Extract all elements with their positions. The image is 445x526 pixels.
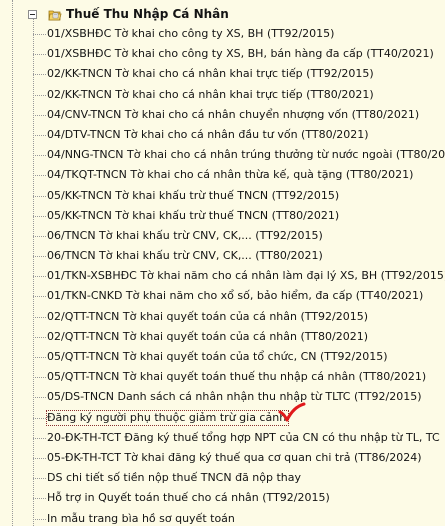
tree-item[interactable]: In mẫu trang bìa hồ sơ quyết toán xyxy=(0,509,445,526)
tree-item[interactable]: 06/TNCN Tờ khai khấu trừ CNV, CK,... (TT… xyxy=(0,246,445,266)
tree-item-label: 04/NNG-TNCN Tờ khai cho cá nhân trúng th… xyxy=(47,148,445,162)
tree-item[interactable]: 04/NNG-TNCN Tờ khai cho cá nhân trúng th… xyxy=(0,145,445,165)
tree-item[interactable]: 05/KK-TNCN Tờ khai khấu trừ thuế TNCN (T… xyxy=(0,206,445,226)
tree-item-label: 05/QTT-TNCN Tờ khai quyết toán của tổ ch… xyxy=(47,350,388,363)
tree-connector xyxy=(33,134,46,136)
tree-item[interactable]: 04/DTV-TNCN Tờ khai cho cá nhân đầu tư v… xyxy=(0,125,445,145)
tree-item[interactable]: 05/QTT-TNCN Tờ khai quyết toán thuế thu … xyxy=(0,367,445,387)
tree-connector xyxy=(33,397,46,399)
tree-item-label: 04/CNV-TNCN Tờ khai cho cá nhân chuyển n… xyxy=(47,107,420,121)
tree-connector xyxy=(33,155,46,157)
tree-item-label: 02/QTT-TNCN Tờ khai quyết toán của cá nh… xyxy=(47,309,369,323)
tree-item-label: 02/KK-TNCN Tờ khai cho cá nhân khai trực… xyxy=(47,87,374,101)
tree-item-label: 05-ĐK-TH-TCT Tờ khai đăng ký thuế qua cơ… xyxy=(47,450,422,464)
tree-item[interactable]: 04/CNV-TNCN Tờ khai cho cá nhân chuyển n… xyxy=(0,105,445,125)
tree-item[interactable]: 01/TKN-XSBHĐC Tờ khai năm cho cá nhân là… xyxy=(0,266,445,286)
tree-item-label: 05/KK-TNCN Tờ khai khấu trừ thuế TNCN (T… xyxy=(47,208,340,222)
tree-connector xyxy=(33,457,46,459)
tree-item[interactable]: 01/TKN-CNKD Tờ khai năm cho xổ số, bảo h… xyxy=(0,286,445,306)
tree-item[interactable]: 01/XSBHĐC Tờ khai cho công ty XS, BH, bá… xyxy=(0,44,445,64)
tree-item-label: 04/TKQT-TNCN Tờ khai cho cá nhân thừa kế… xyxy=(47,168,414,182)
tree-item-label: 01/XSBHĐC Tờ khai cho công ty XS, BH (TT… xyxy=(47,27,335,40)
tree-item-label: DS chi tiết số tiền nộp thuế TNCN đã nộp… xyxy=(47,471,302,485)
folder-node-tncn[interactable]: Thuế Thu Nhập Cá Nhân xyxy=(0,4,445,22)
folder-open-icon xyxy=(48,10,62,21)
tree-item-label: 01/TKN-XSBHĐC Tờ khai năm cho cá nhân là… xyxy=(47,269,445,283)
tree-item[interactable]: 01/XSBHĐC Tờ khai cho công ty XS, BH (TT… xyxy=(0,24,445,44)
tree-item-label: Đăng ký người phụ thuộc giảm trừ gia cản… xyxy=(46,409,290,426)
tree-item[interactable]: DS chi tiết số tiền nộp thuế TNCN đã nộp… xyxy=(0,468,445,488)
tree-connector xyxy=(33,256,46,258)
tree-connector xyxy=(33,94,46,96)
tree-item[interactable]: 05/QTT-TNCN Tờ khai quyết toán của tổ ch… xyxy=(0,347,445,367)
tree-connector xyxy=(33,357,46,358)
tree-item-label: Hỗ trợ in Quyết toán thuế cho cá nhân (T… xyxy=(47,491,330,505)
tree-item-label: 20-ĐK-TH-TCT Đăng ký thuế tổng hợp NPT c… xyxy=(47,430,440,444)
tree-connector xyxy=(33,437,46,439)
tree-item[interactable]: 20-ĐK-TH-TCT Đăng ký thuế tổng hợp NPT c… xyxy=(0,428,445,448)
tree-item-label: In mẫu trang bìa hồ sơ quyết toán xyxy=(47,511,235,525)
tree-item-label: 05/QTT-TNCN Tờ khai quyết toán thuế thu … xyxy=(47,370,427,384)
tree-connector xyxy=(33,34,46,35)
tree-connector xyxy=(33,518,46,520)
tree-item[interactable]: Đăng ký người phụ thuộc giảm trừ gia cản… xyxy=(0,408,445,428)
tree-connector xyxy=(33,114,46,116)
tree-connector xyxy=(33,377,46,379)
tree-item[interactable]: 06/TNCN Tờ khai khấu trừ CNV, CK,... (TT… xyxy=(0,226,445,246)
tree-item[interactable]: 05-ĐK-TH-TCT Tờ khai đăng ký thuế qua cơ… xyxy=(0,448,445,468)
tree-connector xyxy=(33,74,46,76)
tree-connector xyxy=(33,175,46,177)
tree-connector xyxy=(33,478,46,480)
form-tree: Thuế Thu Nhập Cá Nhân 01/XSBHĐC Tờ khai … xyxy=(0,0,445,526)
tree-connector xyxy=(33,316,46,318)
tree-item[interactable]: 02/KK-TNCN Tờ khai cho cá nhân khai trực… xyxy=(0,85,445,105)
tree-connector xyxy=(33,498,46,500)
tree-item-label: 05/KK-TNCN Tờ khai khấu trừ thuế TNCN (T… xyxy=(47,188,340,202)
tree-item-label: 02/KK-TNCN Tờ khai cho cá nhân khai trực… xyxy=(47,67,374,81)
tree-item[interactable]: 02/KK-TNCN Tờ khai cho cá nhân khai trực… xyxy=(0,64,445,84)
tree-connector xyxy=(33,54,46,56)
form-list: 01/XSBHĐC Tờ khai cho công ty XS, BH (TT… xyxy=(0,24,445,526)
tree-item[interactable]: 02/QTT-TNCN Tờ khai quyết toán của cá nh… xyxy=(0,307,445,327)
tree-item[interactable]: 05/KK-TNCN Tờ khai khấu trừ thuế TNCN (T… xyxy=(0,186,445,206)
tree-connector xyxy=(33,215,46,217)
tree-item-label: 02/QTT-TNCN Tờ khai quyết toán của cá nh… xyxy=(47,329,369,343)
tree-connector xyxy=(33,195,46,197)
tree-item[interactable]: 04/TKQT-TNCN Tờ khai cho cá nhân thừa kế… xyxy=(0,165,445,185)
tree-item[interactable]: 05/DS-TNCN Danh sách cá nhân nhận thu nh… xyxy=(0,387,445,407)
tree-item[interactable]: Hỗ trợ in Quyết toán thuế cho cá nhân (T… xyxy=(0,488,445,508)
tree-connector xyxy=(33,276,46,278)
tree-item-label: 04/DTV-TNCN Tờ khai cho cá nhân đầu tư v… xyxy=(47,127,369,141)
check-mark-icon xyxy=(278,402,306,422)
tree-item-label: 01/TKN-CNKD Tờ khai năm cho xổ số, bảo h… xyxy=(47,289,424,303)
tree-item-label: 01/XSBHĐC Tờ khai cho công ty XS, BH, bá… xyxy=(47,47,434,61)
tree-item[interactable]: 02/QTT-TNCN Tờ khai quyết toán của cá nh… xyxy=(0,327,445,347)
folder-label: Thuế Thu Nhập Cá Nhân xyxy=(66,7,229,21)
tree-connector xyxy=(33,417,46,419)
tree-connector xyxy=(33,336,46,338)
tree-item-label: 06/TNCN Tờ khai khấu trừ CNV, CK,... (TT… xyxy=(47,249,323,263)
collapse-minus-icon[interactable] xyxy=(28,10,37,19)
tree-connector xyxy=(33,235,46,237)
tree-connector xyxy=(33,296,46,298)
tree-item-label: 06/TNCN Tờ khai khấu trừ CNV, CK,... (TT… xyxy=(47,228,323,242)
tree-item-label: 05/DS-TNCN Danh sách cá nhân nhận thu nh… xyxy=(47,390,422,404)
